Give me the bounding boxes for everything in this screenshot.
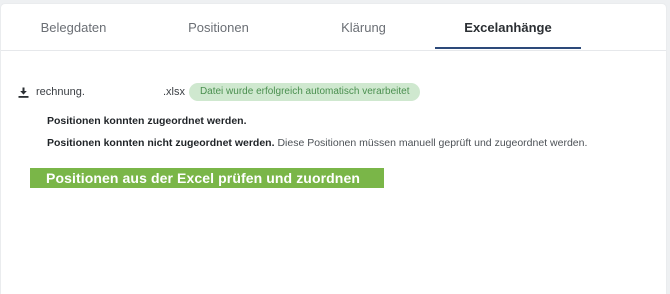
not-assigned-message-description: Diese Positionen müssen manuell geprüft … (277, 137, 588, 149)
not-assigned-message-title: Positionen konnten nicht zugeordnet werd… (47, 137, 275, 149)
attachment-file-extension[interactable]: .xlsx (163, 86, 185, 98)
tab-excelanhaenge[interactable]: Excelanhänge (435, 4, 581, 50)
attachment-file-name[interactable]: rechnung. (36, 86, 85, 98)
tab-belegdaten[interactable]: Belegdaten (1, 4, 146, 50)
assigned-message-text: Positionen konnten zugeordnet werden. (47, 115, 247, 127)
download-icon[interactable] (18, 87, 29, 98)
review-excel-positions-button[interactable]: Positionen aus der Excel prüfen und zuor… (30, 168, 384, 188)
attachment-row: rechnung. .xlsx Datei wurde erfolgreich … (18, 82, 421, 102)
active-tab-indicator (435, 47, 581, 49)
tab-positionen[interactable]: Positionen (146, 4, 291, 50)
tab-bar: Belegdaten Positionen Klärung Excelanhän… (1, 4, 666, 51)
tab-klaerung[interactable]: Klärung (291, 4, 436, 50)
assigned-message: Positionen konnten zugeordnet werden. (47, 115, 247, 127)
status-badge: Datei wurde erfolgreich automatisch vera… (188, 83, 421, 101)
not-assigned-message: Positionen konnten nicht zugeordnet werd… (47, 137, 587, 149)
content-card: Belegdaten Positionen Klärung Excelanhän… (1, 4, 666, 294)
